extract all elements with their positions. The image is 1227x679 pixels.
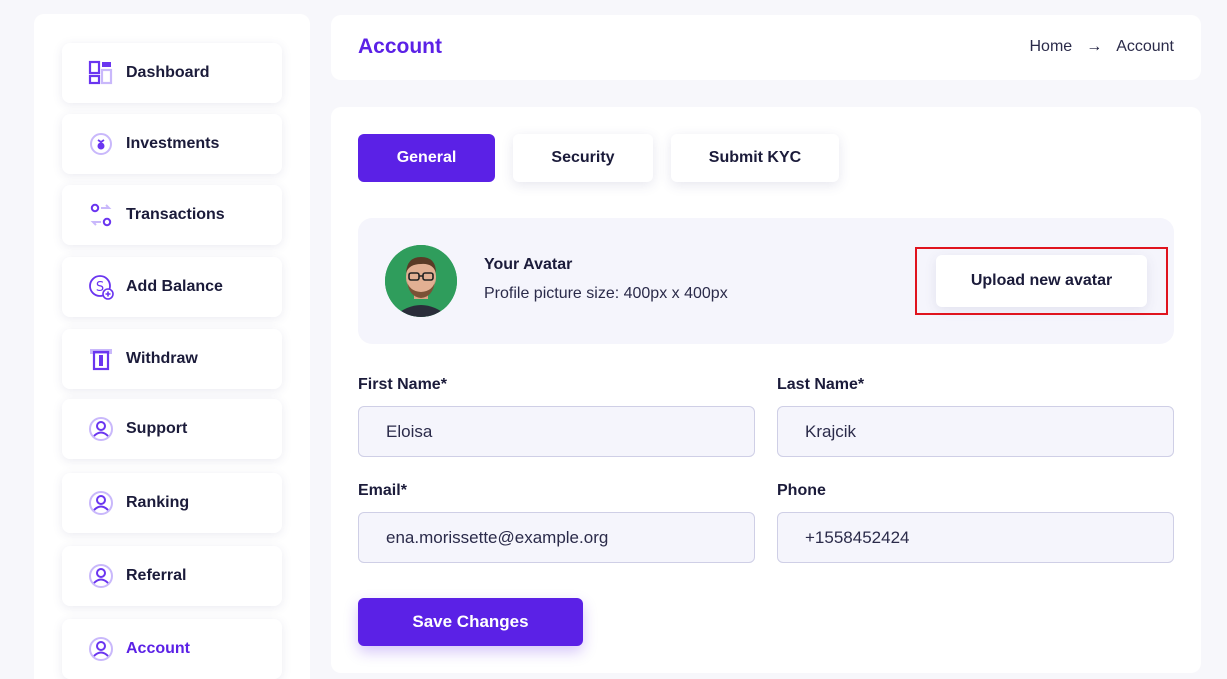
last-name-field[interactable] (777, 406, 1174, 457)
investments-icon (88, 131, 114, 157)
breadcrumb: Home → Account (1030, 38, 1175, 56)
dashboard-icon (88, 60, 114, 86)
email-label: Email* (358, 482, 407, 499)
user-icon (88, 490, 114, 516)
first-name-label: First Name* (358, 376, 447, 393)
sidebar-item-label: Dashboard (126, 64, 210, 81)
avatar-size-hint: Profile picture size: 400px x 400px (484, 285, 728, 302)
sidebar-item-account[interactable]: Account (62, 619, 282, 679)
sidebar-item-label: Referral (126, 567, 187, 584)
avatar (385, 245, 457, 317)
sidebar-item-investments[interactable]: Investments (62, 114, 282, 174)
phone-label: Phone (777, 482, 826, 499)
tab-general[interactable]: General (358, 134, 495, 182)
sidebar-item-label: Ranking (126, 494, 190, 511)
withdraw-icon (88, 346, 114, 372)
transactions-icon (88, 202, 114, 228)
arrow-right-icon: → (1086, 38, 1103, 55)
sidebar-item-label: Add Balance (126, 278, 223, 295)
sidebar: Dashboard Investments Transactions S Add… (34, 14, 310, 679)
email-field[interactable] (358, 512, 755, 563)
save-changes-button[interactable]: Save Changes (358, 598, 583, 646)
sidebar-item-transactions[interactable]: Transactions (62, 185, 282, 245)
avatar-title: Your Avatar (484, 256, 573, 273)
tab-security[interactable]: Security (513, 134, 653, 182)
avatar-section: Your Avatar Profile picture size: 400px … (358, 218, 1174, 344)
sidebar-item-label: Support (126, 420, 188, 437)
account-card: General Security Submit KYC Your Avatar … (331, 107, 1201, 673)
breadcrumb-home[interactable]: Home (1030, 38, 1073, 56)
sidebar-item-dashboard[interactable]: Dashboard (62, 43, 282, 103)
sidebar-item-referral[interactable]: Referral (62, 546, 282, 606)
sidebar-item-label: Withdraw (126, 350, 198, 367)
user-icon (88, 563, 114, 589)
page-header: Account Home → Account (331, 15, 1201, 80)
sidebar-item-support[interactable]: Support (62, 399, 282, 459)
sidebar-item-withdraw[interactable]: Withdraw (62, 329, 282, 389)
last-name-label: Last Name* (777, 376, 865, 393)
upload-avatar-button[interactable]: Upload new avatar (936, 255, 1147, 307)
sidebar-item-add-balance[interactable]: S Add Balance (62, 257, 282, 317)
tab-submit-kyc[interactable]: Submit KYC (671, 134, 839, 182)
sidebar-item-label: Account (126, 640, 190, 657)
user-icon (88, 416, 114, 442)
sidebar-item-label: Investments (126, 135, 220, 152)
user-icon (88, 636, 114, 662)
breadcrumb-current: Account (1116, 38, 1174, 55)
page-title: Account (358, 35, 442, 58)
sidebar-item-ranking[interactable]: Ranking (62, 473, 282, 533)
phone-field[interactable] (777, 512, 1174, 563)
sidebar-item-label: Transactions (126, 206, 225, 223)
first-name-field[interactable] (358, 406, 755, 457)
add-balance-icon: S (88, 274, 114, 300)
